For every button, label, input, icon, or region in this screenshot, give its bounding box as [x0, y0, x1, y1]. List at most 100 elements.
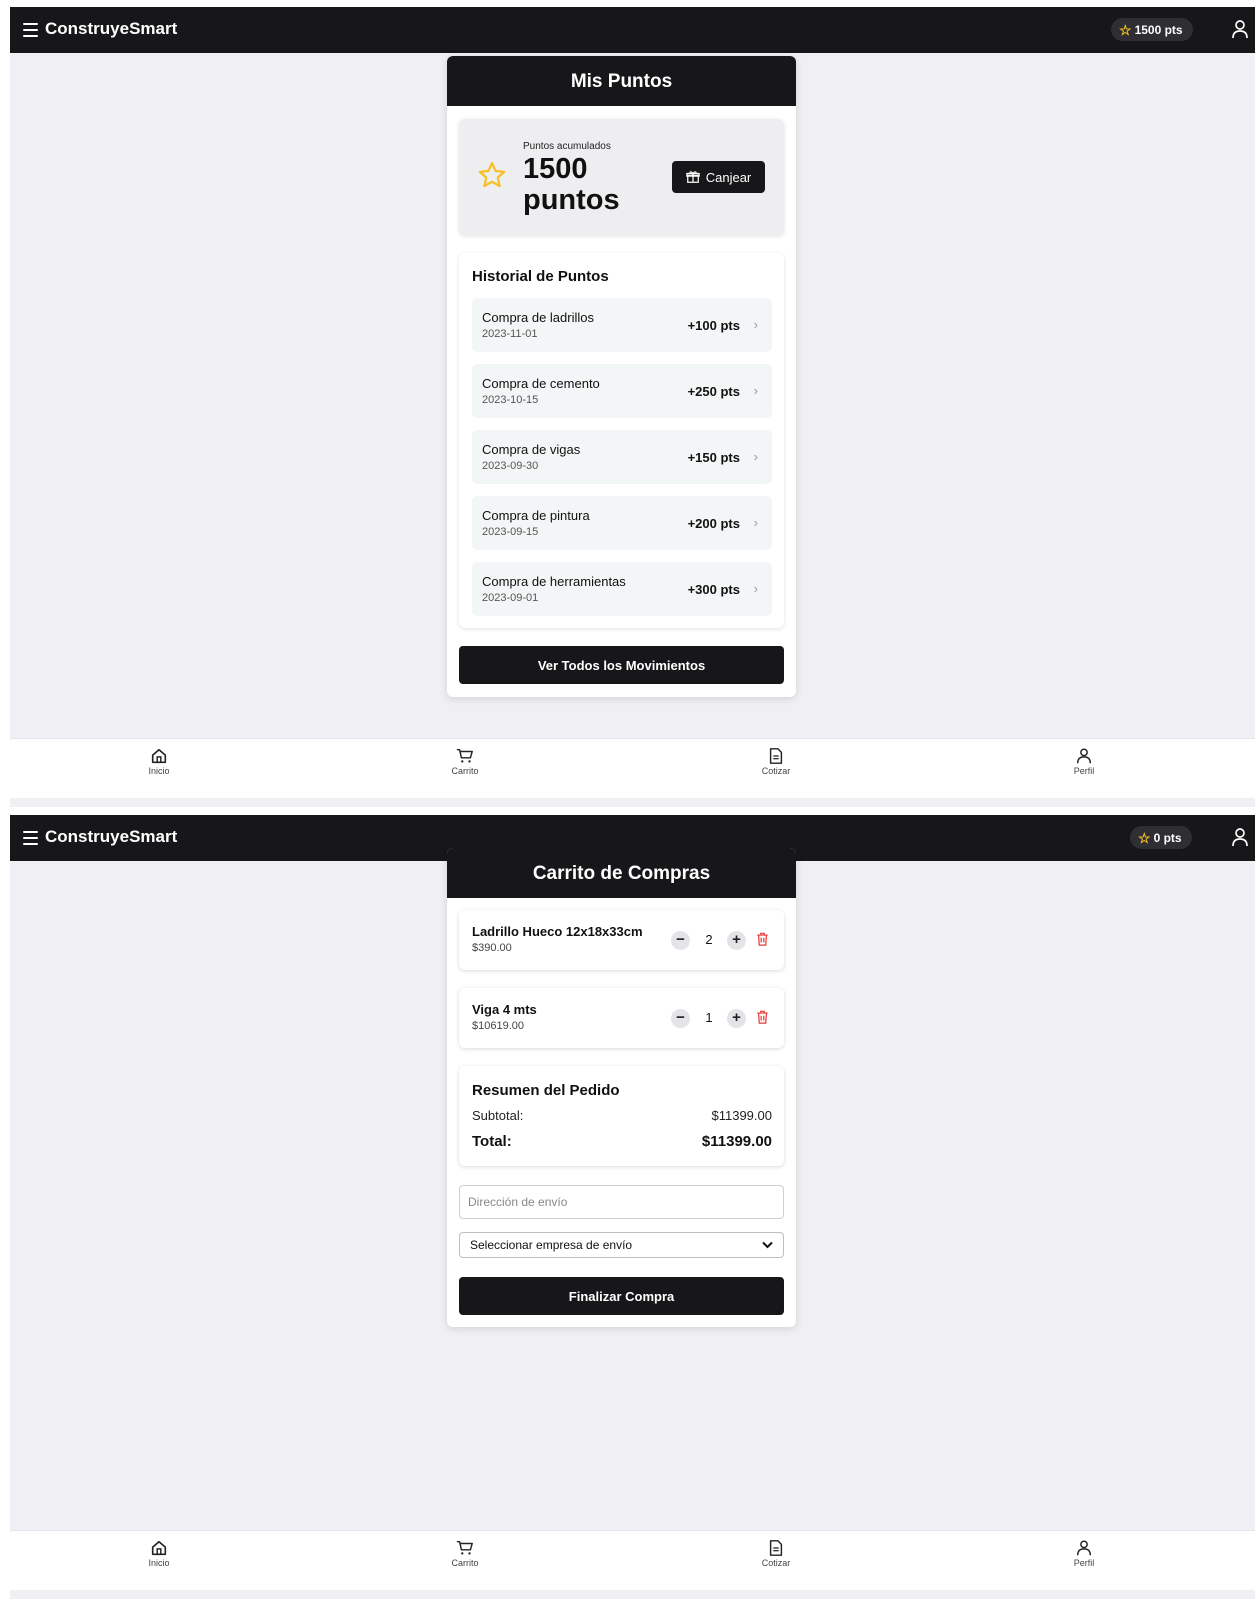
increase-quantity-button[interactable]: + [727, 1009, 746, 1028]
nav-item-home[interactable]: Inicio [119, 1537, 199, 1568]
nav-label: Perfil [1073, 1558, 1095, 1568]
cart-item-price: $390.00 [472, 942, 512, 954]
home-icon [151, 1540, 167, 1556]
points-panel: Mis Puntos Puntos acumulados 1500 puntos… [447, 56, 796, 697]
history-item-points: +150 pts [687, 450, 740, 465]
order-summary-card: Resumen del Pedido Subtotal: $11399.00 T… [459, 1066, 784, 1166]
summary-title: Resumen del Pedido [472, 1082, 620, 1099]
nav-item-quote[interactable]: Cotizar [736, 745, 816, 776]
decrease-quantity-button[interactable]: − [671, 1009, 690, 1028]
chevron-right-icon: › [753, 515, 758, 530]
cart-icon [456, 748, 473, 763]
history-item-date: 2023-11-01 [482, 328, 538, 340]
chevron-down-icon [762, 1241, 773, 1249]
points-history-card: Historial de Puntos Compra de ladrillos … [459, 253, 784, 628]
total-row: Total: $11399.00 [472, 1133, 772, 1150]
view-all-button[interactable]: Ver Todos los Movimientos [459, 646, 784, 684]
history-item[interactable]: Compra de herramientas 2023-09-01 +300 p… [472, 562, 772, 616]
cart-panel: Carrito de Compras Ladrillo Hueco 12x18x… [447, 848, 796, 1327]
shipping-address-input[interactable] [459, 1185, 784, 1219]
nav-label: Cotizar [761, 766, 791, 776]
total-value: $11399.00 [701, 1133, 772, 1150]
nav-item-cart[interactable]: Carrito [425, 1537, 505, 1568]
star-icon: ☆ [1138, 829, 1151, 846]
nav-item-profile[interactable]: Perfil [1044, 745, 1124, 776]
subtotal-value: $11399.00 [711, 1108, 773, 1123]
nav-label: Inicio [148, 1558, 170, 1568]
cart-item-price: $10619.00 [472, 1020, 524, 1032]
user-icon [1076, 1540, 1092, 1556]
shipping-company-select[interactable]: Seleccionar empresa de envío [459, 1232, 784, 1258]
cart-item-quantity: 2 [705, 932, 713, 947]
history-item-points: +200 pts [687, 516, 740, 531]
nav-label: Cotizar [761, 1558, 791, 1568]
menu-icon[interactable] [23, 23, 38, 37]
menu-icon[interactable] [23, 831, 38, 845]
history-item-date: 2023-10-15 [482, 394, 539, 406]
redeem-button-label: Canjear [705, 169, 752, 185]
points-badge[interactable]: ☆ 1500 pts [1111, 18, 1193, 41]
nav-label: Perfil [1073, 766, 1095, 776]
nav-item-home[interactable]: Inicio [119, 745, 199, 776]
top-bar: ConstruyeSmart ☆ 1500 pts [10, 7, 1255, 53]
history-item-date: 2023-09-01 [482, 592, 539, 604]
nav-item-cart[interactable]: Carrito [425, 745, 505, 776]
trash-icon[interactable] [756, 1010, 769, 1024]
nav-label: Inicio [148, 766, 170, 776]
increase-quantity-button[interactable]: + [727, 931, 746, 950]
user-icon [1076, 748, 1092, 764]
cart-icon [456, 1540, 473, 1555]
cart-item-quantity: 1 [705, 1010, 713, 1025]
chevron-right-icon: › [753, 581, 758, 596]
cart-item-name: Viga 4 mts [472, 1002, 537, 1017]
user-icon[interactable] [1231, 19, 1249, 41]
document-icon [769, 748, 783, 764]
cart-screen: ConstruyeSmart ☆ 0 pts Carrito de Compra… [10, 815, 1255, 1599]
subtotal-row: Subtotal: $11399.00 [472, 1108, 772, 1123]
bottom-nav: Inicio Carrito Cotizar Perfil [10, 1530, 1255, 1590]
history-item-points: +300 pts [687, 582, 740, 597]
history-item-points: +250 pts [687, 384, 740, 399]
trash-icon[interactable] [756, 932, 769, 946]
chevron-right-icon: › [753, 317, 758, 332]
subtotal-label: Subtotal: [472, 1108, 524, 1123]
points-screen: ConstruyeSmart ☆ 1500 pts Mis Puntos Pun… [10, 7, 1255, 807]
nav-label: Carrito [451, 766, 479, 776]
history-item-date: 2023-09-15 [482, 526, 539, 538]
redeem-button[interactable]: Canjear [672, 161, 765, 193]
gift-icon [685, 171, 700, 183]
history-item[interactable]: Compra de cemento 2023-10-15 +250 pts › [472, 364, 772, 418]
chevron-right-icon: › [753, 449, 758, 464]
history-item[interactable]: Compra de vigas 2023-09-30 +150 pts › [472, 430, 772, 484]
history-item-date: 2023-09-30 [482, 460, 539, 472]
app-brand[interactable]: ConstruyeSmart [45, 827, 177, 847]
points-badge-label: 1500 pts [1134, 22, 1183, 37]
star-icon: ☆ [1119, 21, 1132, 38]
user-icon[interactable] [1231, 827, 1249, 849]
app-brand[interactable]: ConstruyeSmart [45, 19, 177, 39]
star-icon [478, 162, 506, 188]
nav-item-profile[interactable]: Perfil [1044, 1537, 1124, 1568]
document-icon [769, 1540, 783, 1556]
cart-item-name: Ladrillo Hueco 12x18x33cm [472, 924, 643, 939]
points-summary-card: Puntos acumulados 1500 puntos Canjear [459, 119, 784, 235]
points-badge-label: 0 pts [1153, 830, 1182, 845]
nav-item-quote[interactable]: Cotizar [736, 1537, 816, 1568]
history-item-name: Compra de pintura [482, 508, 590, 523]
history-item[interactable]: Compra de pintura 2023-09-15 +200 pts › [472, 496, 772, 550]
decrease-quantity-button[interactable]: − [671, 931, 690, 950]
checkout-button[interactable]: Finalizar Compra [459, 1277, 784, 1315]
total-label: Total: [472, 1133, 512, 1150]
page-title: Carrito de Compras [447, 848, 796, 898]
points-badge[interactable]: ☆ 0 pts [1130, 826, 1192, 849]
history-item[interactable]: Compra de ladrillos 2023-11-01 +100 pts … [472, 298, 772, 352]
history-item-points: +100 pts [687, 318, 740, 333]
shipping-select-value: Seleccionar empresa de envío [470, 1238, 633, 1252]
home-icon [151, 748, 167, 764]
cart-item: Viga 4 mts $10619.00 − 1 + [459, 988, 784, 1048]
bottom-nav: Inicio Carrito Cotizar Perfil [10, 738, 1255, 798]
history-title: Historial de Puntos [472, 268, 609, 285]
chevron-right-icon: › [753, 383, 758, 398]
nav-label: Carrito [451, 1558, 479, 1568]
history-item-name: Compra de vigas [482, 442, 581, 457]
